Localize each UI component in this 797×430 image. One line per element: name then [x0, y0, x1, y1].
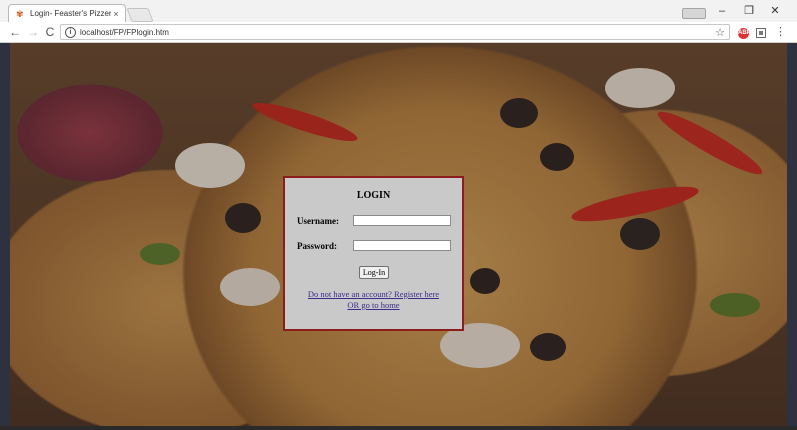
address-bar[interactable]: i localhost/FP/FPlogin.htm ☆ — [60, 24, 730, 40]
url-text[interactable]: localhost/FP/FPlogin.htm — [80, 28, 715, 37]
home-link[interactable]: OR go to home — [285, 300, 462, 310]
browser-menu-icon[interactable]: ⋮ — [775, 25, 786, 39]
bookmark-star-icon[interactable]: ☆ — [715, 26, 725, 39]
reload-icon[interactable]: C — [43, 25, 57, 39]
minimize-button[interactable]: – — [713, 4, 731, 18]
password-input[interactable] — [353, 240, 451, 251]
tab-title: Login- Feaster's Pizzeria — [30, 9, 111, 18]
login-form: LOGIN Username: Password: Log-In Do not … — [283, 176, 464, 331]
pizza-favicon-icon: ✾ — [16, 8, 24, 19]
login-title: LOGIN — [356, 190, 391, 201]
browser-toolbar: ← → C i localhost/FP/FPlogin.htm ☆ ABP ⋮ — [0, 22, 797, 43]
back-icon[interactable]: ← — [8, 25, 22, 39]
page-viewport: LOGIN Username: Password: Log-In Do not … — [0, 43, 797, 430]
adblock-extension-icon[interactable]: ABP — [738, 28, 751, 39]
login-button[interactable]: Log-In — [359, 266, 389, 279]
username-input[interactable] — [353, 215, 451, 226]
forward-icon[interactable]: → — [26, 25, 40, 39]
restore-button[interactable]: ❐ — [740, 4, 758, 18]
new-tab-button[interactable] — [126, 8, 154, 22]
register-link[interactable]: Do not have an account? Register here — [285, 289, 462, 299]
tab-close-icon[interactable]: × — [111, 9, 121, 19]
browser-tab[interactable]: ✾ Login- Feaster's Pizzeria × — [8, 4, 126, 22]
site-info-icon[interactable]: i — [65, 26, 76, 38]
profile-badge[interactable] — [682, 8, 706, 19]
tab-strip: ✾ Login- Feaster's Pizzeria × – ❐ ✕ — [0, 0, 797, 22]
username-label: Username: — [297, 216, 339, 226]
close-window-button[interactable]: ✕ — [766, 4, 784, 18]
page-bottom-bar — [0, 426, 797, 430]
page-frame-right — [787, 43, 797, 430]
extension-icon[interactable] — [756, 28, 766, 38]
page-frame-left — [0, 43, 10, 430]
password-label: Password: — [297, 241, 337, 251]
